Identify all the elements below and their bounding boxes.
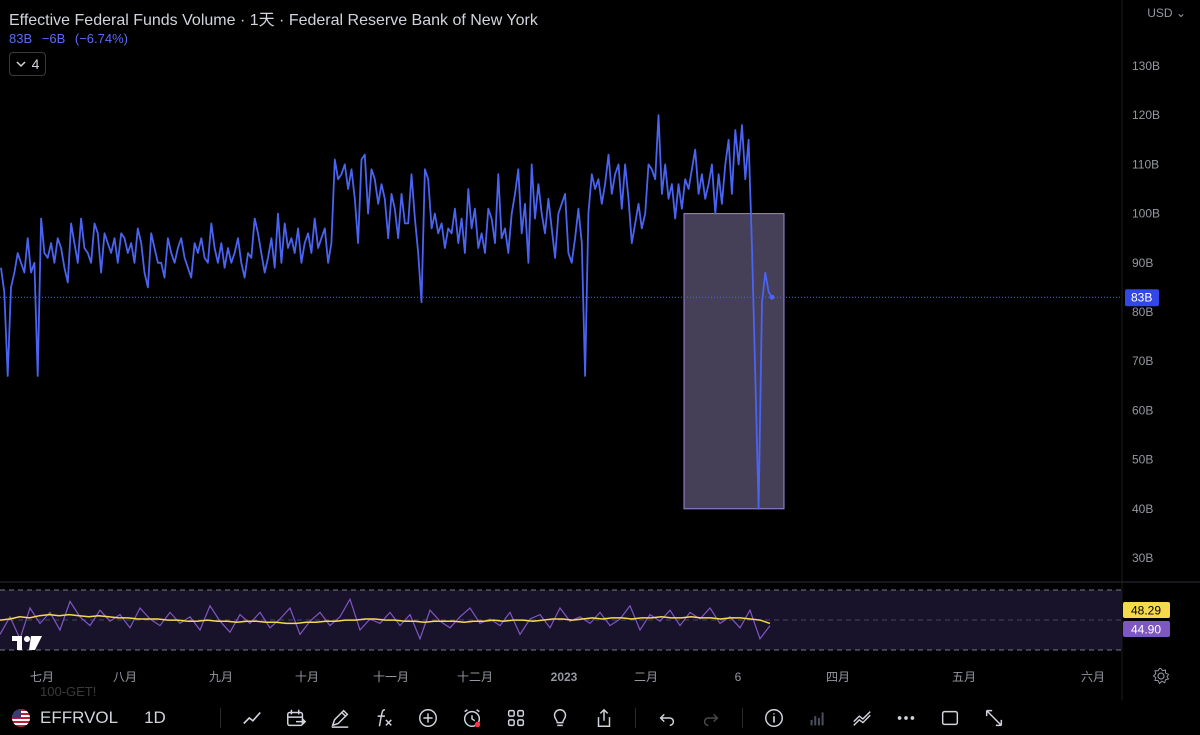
x-axis-label: 2023 (551, 670, 578, 684)
layout-icon (507, 709, 524, 726)
alert-icon (463, 708, 481, 727)
info-button[interactable] (759, 703, 789, 733)
y-tick-label: 130B (1132, 59, 1160, 73)
x-axis-label: 6 (735, 670, 742, 684)
us-flag-icon (12, 708, 30, 727)
bar-style-icon (810, 712, 824, 725)
share-button[interactable] (589, 703, 619, 733)
undo-button[interactable] (652, 703, 682, 733)
y-tick-label: 90B (1132, 256, 1153, 270)
add-icon (418, 708, 437, 727)
y-tick-label: 100B (1132, 207, 1160, 221)
y-tick-label: 110B (1132, 157, 1159, 171)
watermark-text: 100-GET! (40, 684, 96, 699)
price-label-text: 83B (1131, 291, 1152, 305)
trend-icon (853, 710, 871, 726)
x-axis-label: 九月 (209, 670, 233, 684)
last-point-marker (769, 294, 775, 300)
change-value: −6B (41, 31, 66, 46)
current-value: 83B (9, 31, 33, 46)
bar-style-button[interactable] (803, 703, 833, 733)
share-icon (597, 708, 611, 727)
draw-button[interactable] (325, 703, 355, 733)
x-axis-label: 五月 (952, 670, 976, 684)
y-tick-label: 120B (1132, 108, 1160, 122)
info-icon (764, 708, 783, 727)
chart-title: Effective Federal Funds Volume · 1天 · Fe… (9, 12, 538, 29)
compare-button[interactable] (281, 703, 311, 733)
x-axis-label: 四月 (826, 670, 850, 684)
symbol-name: EFFRVOL (40, 707, 119, 727)
legend-values: 83B −6B (−6.74%) (9, 31, 134, 46)
highlight-box (683, 213, 785, 510)
square-icon (941, 710, 958, 725)
divider (634, 707, 636, 728)
idea-button[interactable] (545, 703, 575, 733)
logo-part (24, 636, 30, 642)
y-tick-label: 60B (1132, 403, 1153, 417)
add-button[interactable] (413, 703, 443, 733)
y-tick-label: 80B (1132, 305, 1153, 319)
y-tick-label: 50B (1132, 453, 1153, 467)
bottom-toolbar: EFFRVOL 1D (0, 700, 1200, 735)
redo-icon (703, 713, 719, 726)
oscillator-label-b: 44.90 (1131, 623, 1161, 637)
more-button[interactable] (891, 703, 921, 733)
x-axis-label: 十月 (295, 670, 319, 684)
x-axis-label: 六月 (1081, 670, 1105, 684)
compare-calendar-icon (286, 709, 307, 726)
fullscreen-button[interactable] (979, 703, 1009, 733)
x-axis-label: 十二月 (457, 670, 493, 684)
x-axis-label: 十一月 (373, 670, 409, 684)
divider (219, 707, 221, 728)
indicators-line-button[interactable] (237, 703, 267, 733)
x-axis-label: 七月 (30, 670, 54, 684)
divider (741, 707, 743, 728)
more-icon (897, 715, 915, 720)
symbol-selector[interactable]: EFFRVOL (12, 708, 118, 728)
chevron-down-icon (16, 60, 26, 67)
function-button[interactable] (369, 703, 399, 733)
alert-button[interactable] (457, 703, 487, 733)
y-tick-label: 30B (1132, 551, 1153, 565)
fullscreen-icon (985, 709, 1002, 726)
trend-button[interactable] (847, 703, 877, 733)
currency-label: USD (1147, 6, 1173, 20)
layout-button[interactable] (501, 703, 531, 733)
gear-icon[interactable] (1152, 667, 1170, 685)
y-tick-label: 40B (1132, 502, 1153, 516)
chart-canvas[interactable]: 130B 120B 110B 100B 90B 80B 70B 60B 50B 40B 30B 83B… (0, 0, 1200, 700)
x-axis-label: 八月 (113, 670, 137, 684)
undo-icon (659, 713, 674, 726)
draw-icon (331, 709, 349, 728)
collapse-count: 4 (31, 56, 40, 72)
function-icon (377, 708, 392, 726)
square-button[interactable] (935, 703, 965, 733)
x-axis-label: 二月 (634, 670, 658, 684)
series-line (0, 114, 773, 510)
redo-button[interactable] (696, 703, 726, 733)
collapse-legend-button[interactable]: 4 (9, 52, 46, 76)
indicators-line-icon (242, 711, 261, 724)
interval-selector[interactable]: 1D (144, 708, 166, 728)
currency-selector[interactable]: USD ⌄ (1147, 6, 1186, 20)
change-percent: (−6.74%) (74, 31, 129, 46)
idea-icon (553, 708, 567, 726)
y-tick-label: 70B (1132, 354, 1153, 368)
oscillator-label-a: 48.29 (1131, 604, 1161, 618)
